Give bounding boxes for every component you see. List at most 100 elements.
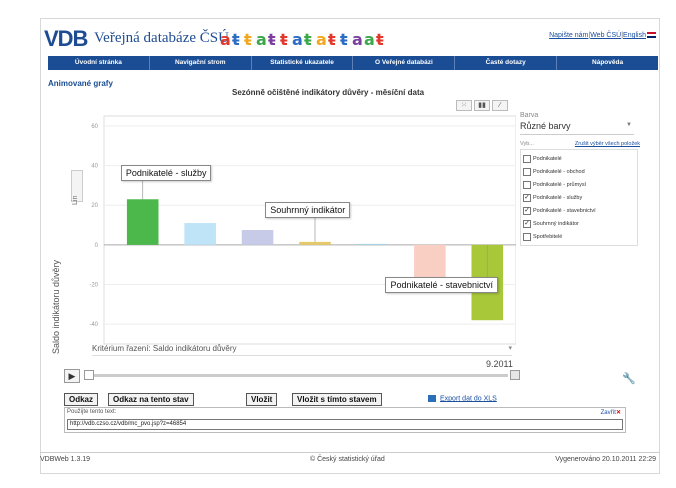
svg-text:ŧ: ŧ — [244, 30, 252, 49]
nav-help[interactable]: Nápověda — [557, 56, 658, 70]
contact-link[interactable]: Napište nám — [549, 32, 588, 39]
settings-wrench-icon[interactable]: 🔧 — [622, 372, 636, 385]
series-checkbox-item[interactable]: Podnikatelé — [523, 152, 635, 165]
sort-criterion-select[interactable]: Kritérium řazení: Saldo indikátoru důvěr… — [92, 344, 512, 356]
color-select-value: Různé barvy — [520, 121, 571, 131]
y-tick-label: -20 — [89, 283, 98, 289]
share-text-label: Použijte tento text: — [67, 409, 117, 415]
series-checkbox-item[interactable]: ✓ Podnikatelé - stavebnictví — [523, 204, 635, 217]
y-tick-label: 60 — [91, 124, 98, 130]
clear-selection-link[interactable]: Zrušit výběr všech položek — [575, 141, 640, 147]
play-button[interactable]: ▶ — [64, 369, 80, 383]
chevron-down-icon: ▾ — [508, 345, 512, 352]
svg-text:ŧ: ŧ — [268, 30, 276, 49]
bar-callout-label: Podnikatelé - služby — [120, 165, 212, 182]
footer: VDBWeb 1.3.19 © Český statistický úřad V… — [40, 452, 660, 464]
bar-callout-label: Souhrnný indikátor — [265, 201, 351, 218]
animation-player: ▶ — [64, 369, 520, 383]
svg-text:ŧ: ŧ — [232, 30, 240, 49]
vdb-logo[interactable]: VDB — [44, 26, 88, 52]
nav-faq[interactable]: Časté dotazy — [455, 56, 558, 70]
slider-end-marker — [510, 370, 520, 380]
checkbox-label: Podnikatelé - průmysl — [533, 181, 586, 188]
y-tick-label: 20 — [91, 203, 98, 209]
link-button[interactable]: Odkaz — [64, 393, 99, 406]
y-tick-label: -40 — [89, 322, 98, 328]
color-select[interactable]: Různé barvy ▼ — [520, 121, 634, 135]
svg-text:ŧ: ŧ — [304, 30, 312, 49]
section-title: Animované grafy — [48, 79, 113, 88]
series-checklist: Podnikatelé Podnikatelé - obchod Podnikate… — [520, 149, 638, 246]
top-links: Napište nám|Web ČSÚ|English — [549, 32, 656, 39]
series-checkbox-item[interactable]: Podnikatelé - obchod — [523, 165, 635, 178]
series-checkbox-item[interactable]: ✓ Podnikatelé - služby — [523, 191, 635, 204]
nav-about[interactable]: O Veřejné databázi — [353, 56, 456, 70]
svg-text:ŧ: ŧ — [280, 30, 288, 49]
checkbox[interactable] — [523, 167, 531, 176]
web-csu-link[interactable]: Web ČSÚ — [590, 32, 621, 39]
checkbox-label: Podnikatelé - služby — [533, 194, 583, 201]
chart-area: Lin Saldo indikátoru důvěry 60 40 20 0 -20 -4… — [51, 112, 516, 354]
y-axis-label: Saldo indikátoru důvěry — [51, 259, 61, 355]
bar — [356, 243, 389, 245]
time-slider-track[interactable] — [84, 374, 508, 377]
uk-flag-icon[interactable] — [647, 32, 656, 39]
export-xls-link[interactable]: Export dat do XLS — [428, 395, 497, 402]
y-tick-label: 0 — [95, 243, 99, 249]
english-link[interactable]: English — [623, 32, 646, 39]
checkbox[interactable] — [523, 154, 531, 163]
checkbox[interactable]: ✓ — [523, 219, 531, 228]
decorative-figures-icon: aŧ ŧa ŧŧ aŧ aŧ ŧa aŧ — [220, 30, 384, 49]
svg-text:ŧ: ŧ — [328, 30, 336, 49]
svg-text:a: a — [292, 30, 303, 49]
checkbox[interactable] — [523, 232, 531, 241]
checkbox-label: Podnikatelé - obchod — [533, 168, 585, 175]
export-icon — [428, 395, 436, 402]
nav-home[interactable]: Úvodní stránka — [48, 56, 150, 70]
share-text-box: Použijte tento text: Zavřít✕ http://vdb.… — [64, 407, 626, 433]
line-chart-icon[interactable]: ⁄ — [492, 100, 508, 111]
series-checkbox-item[interactable]: ✓ Souhrnný indikátor — [523, 217, 635, 230]
series-checkbox-item[interactable]: Podnikatelé - průmysl — [523, 178, 635, 191]
time-slider-handle[interactable] — [84, 370, 94, 380]
copyright-text: © Český statistický úřad — [310, 456, 385, 463]
checkbox[interactable] — [523, 180, 531, 189]
bar-chart-icon[interactable]: ▮▮ — [474, 100, 490, 111]
bar — [184, 223, 216, 245]
checkbox[interactable]: ✓ — [523, 193, 531, 202]
checkbox[interactable]: ✓ — [523, 206, 531, 215]
svg-text:ŧ: ŧ — [376, 30, 384, 49]
checkbox-label: Podnikatelé - stavebnictví — [533, 207, 596, 214]
nav-tree[interactable]: Navigační strom — [150, 56, 252, 70]
time-label: 9.2011 — [486, 359, 513, 369]
side-panel: Barva Různé barvy ▼ Vyb... Zrušit výběr … — [520, 112, 640, 246]
site-title: Veřejná databáze ČSÚ — [94, 30, 229, 46]
bar — [241, 230, 274, 245]
chart-title: Sezónně očištěné indikátory důvěry - měs… — [232, 88, 425, 97]
checkbox-label: Podnikatelé — [533, 155, 562, 162]
version-text: VDBWeb 1.3.19 — [40, 456, 91, 463]
svg-text:a: a — [256, 30, 267, 49]
bar-chart: 60 40 20 0 -20 -40 — [89, 115, 516, 345]
share-url-field[interactable]: http://vdb.czso.cz/vdb/mc_pvo.jsp?z=4685… — [67, 419, 623, 430]
svg-text:a: a — [220, 30, 231, 49]
close-link[interactable]: Zavřít✕ — [601, 409, 621, 416]
svg-text:a: a — [316, 30, 327, 49]
sort-criterion-label: Kritérium řazení: Saldo indikátoru důvěr… — [92, 344, 237, 353]
checkbox-label: Spotřebitelé — [533, 233, 563, 240]
close-icon[interactable]: ✕ — [616, 410, 621, 416]
embed-button[interactable]: Vložit — [246, 393, 278, 406]
embed-state-button[interactable]: Vložit s tímto stavem — [292, 393, 382, 406]
svg-text:a: a — [352, 30, 363, 49]
link-state-button[interactable]: Odkaz na tento stav — [108, 393, 194, 406]
bar — [299, 241, 331, 245]
bar — [126, 199, 159, 245]
plot-area — [103, 115, 516, 345]
chart-type-toolbar: ⁙ ▮▮ ⁄ — [456, 100, 508, 111]
bubble-chart-icon[interactable]: ⁙ — [456, 100, 472, 111]
y-tick-label: 40 — [91, 164, 98, 170]
generated-text: Vygenerováno 20.10.2011 22:29 — [555, 456, 656, 463]
main-nav: Úvodní stránka Navigační strom Statistic… — [48, 56, 658, 70]
series-checkbox-item[interactable]: Spotřebitelé — [523, 230, 635, 243]
nav-indicators[interactable]: Statistické ukazatele — [252, 56, 354, 70]
